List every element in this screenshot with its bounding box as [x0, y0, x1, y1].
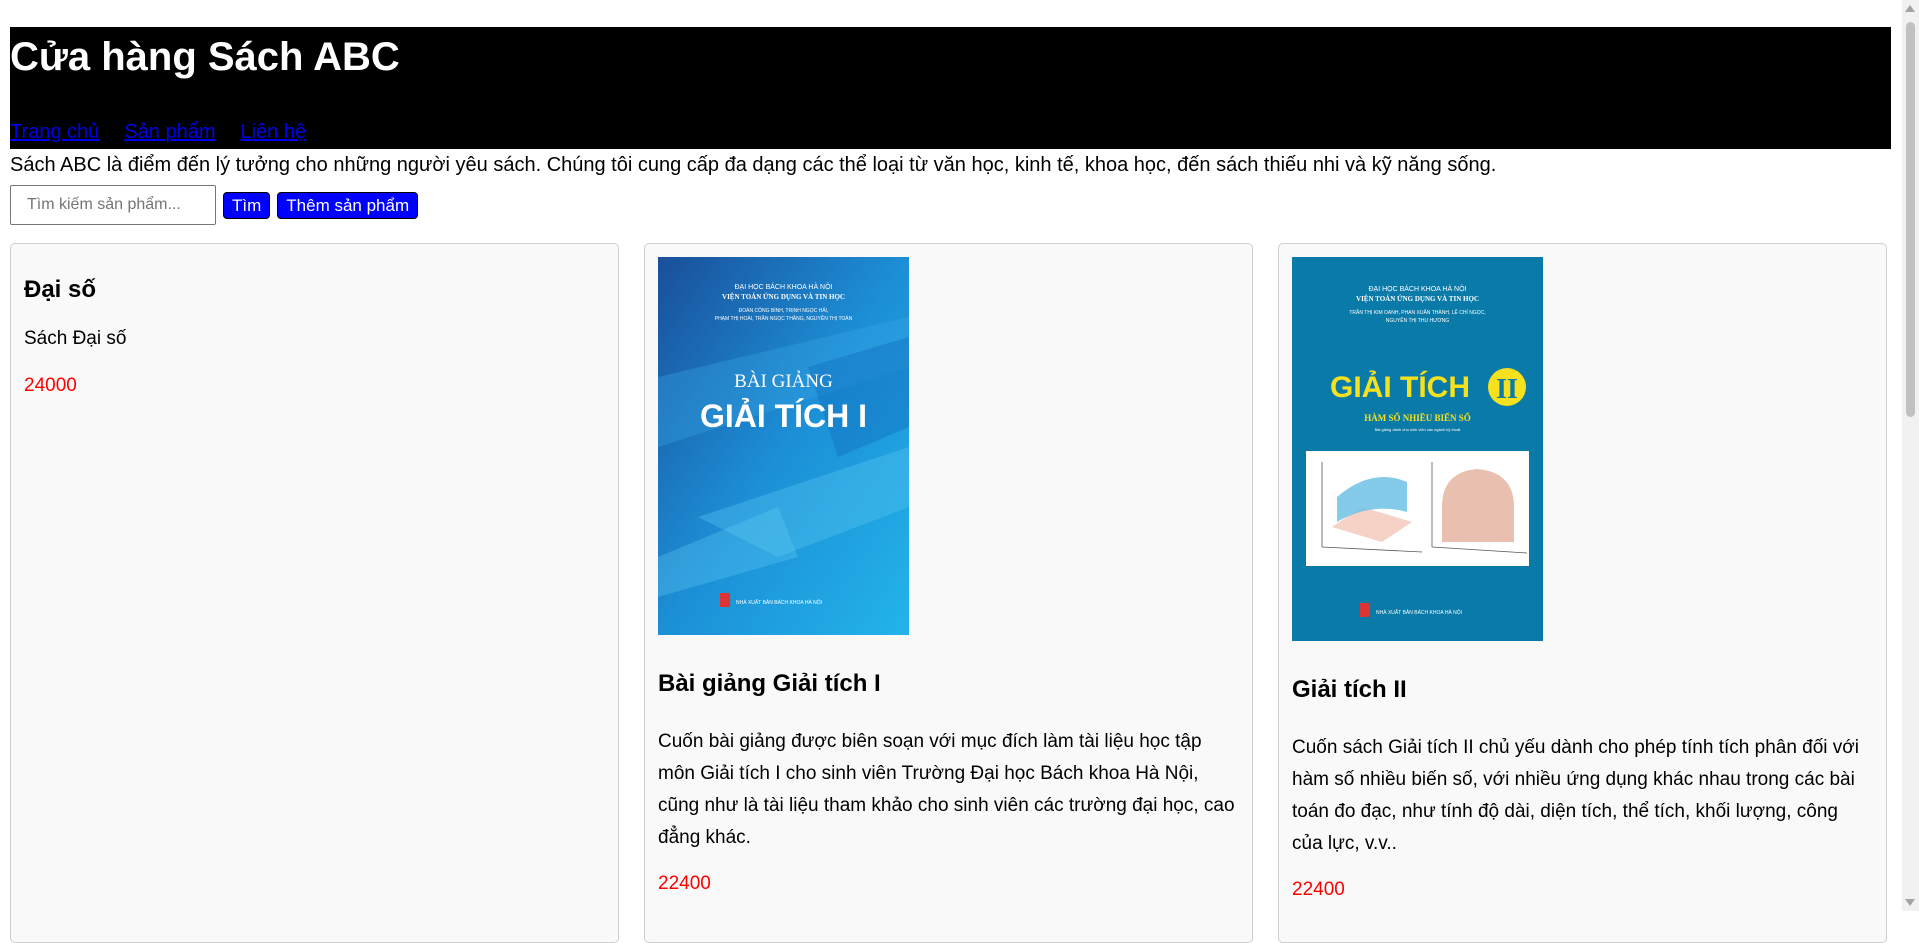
search-input[interactable] — [10, 185, 216, 225]
product-card[interactable]: ĐẠI HỌC BÁCH KHOA HÀ NỘI VIỆN TOÁN ỨNG D… — [1278, 243, 1887, 943]
product-title: Bài giảng Giải tích I — [658, 670, 881, 697]
nav-link-contact[interactable]: Liên hệ — [240, 121, 306, 144]
book-cover-image: ĐẠI HỌC BÁCH KHOA HÀ NỘI VIỆN TOÁN ỨNG D… — [658, 257, 909, 635]
page: Cửa hàng Sách ABC Trang chủ Sản phẩm Liê… — [10, 27, 1891, 943]
book-cover-image: ĐẠI HỌC BÁCH KHOA HÀ NỘI VIỆN TOÁN ỨNG D… — [1292, 257, 1543, 641]
product-card[interactable]: ĐẠI HỌC BÁCH KHOA HÀ NỘI VIỆN TOÁN ỨNG D… — [644, 243, 1253, 943]
cover-subtitle-text: HÀM SỐ NHIỀU BIẾN SỐ — [1364, 413, 1471, 423]
site-header: Cửa hàng Sách ABC Trang chủ Sản phẩm Liê… — [10, 27, 1891, 149]
product-title: Đại số — [24, 276, 97, 303]
product-title: Giải tích II — [1292, 676, 1407, 703]
cover-publisher-text: NHÀ XUẤT BẢN BÁCH KHOA HÀ NỘI — [1376, 609, 1462, 616]
intro-text: Sách ABC là điểm đến lý tưởng cho những … — [10, 154, 1497, 176]
publisher-logo-icon — [720, 593, 730, 607]
cover-note-text: Bài giảng dành cho sinh viên các ngành k… — [1375, 427, 1462, 432]
cover-institute-text: VIỆN TOÁN ỨNG DỤNG VÀ TIN HỌC — [722, 293, 845, 301]
cover-school-text: ĐẠI HỌC BÁCH KHOA HÀ NỘI — [734, 282, 832, 291]
product-price: 22400 — [658, 873, 711, 894]
cover-title-text: GIẢI TÍCH — [1330, 370, 1470, 404]
vertical-scrollbar[interactable] — [1902, 0, 1919, 911]
product-card[interactable]: Đại số Sách Đại số 24000 — [10, 243, 619, 943]
cover-title-line2: GIẢI TÍCH I — [700, 398, 867, 434]
add-product-button[interactable]: Thêm sản phẩm — [277, 191, 419, 219]
product-price: 24000 — [24, 375, 77, 396]
cover-school-text: ĐẠI HỌC BÁCH KHOA HÀ NỘI — [1368, 284, 1466, 293]
cover-authors-text: ĐOÀN CÔNG BÌNH, TRỊNH NGỌC HẢI, — [739, 307, 829, 314]
product-description: Cuốn bài giảng được biên soạn với mục đí… — [658, 731, 1235, 848]
scroll-up-icon[interactable] — [1905, 5, 1915, 12]
product-price: 22400 — [1292, 879, 1345, 900]
site-title: Cửa hàng Sách ABC — [10, 35, 400, 79]
cover-institute-text: VIỆN TOÁN ỨNG DỤNG VÀ TIN HỌC — [1356, 295, 1479, 303]
product-description: Sách Đại số — [24, 328, 127, 349]
nav-link-home[interactable]: Trang chủ — [10, 121, 99, 144]
product-description: Cuốn sách Giải tích II chủ yếu dành cho … — [1292, 737, 1859, 854]
cover-numeral-text: II — [1496, 374, 1518, 405]
product-grid: Đại số Sách Đại số 24000 ĐẠI HỌC BÁCH KH… — [10, 243, 1891, 943]
cover-authors-text: PHẠM THỊ HOÀI, TRẦN NGỌC THĂNG, NGUYỄN T… — [715, 315, 853, 322]
search-bar: Tìm Thêm sản phẩm — [10, 185, 1891, 225]
nav-link-products[interactable]: Sản phẩm — [124, 121, 215, 144]
publisher-logo-icon — [1360, 603, 1370, 617]
cover-publisher-text: NHÀ XUẤT BẢN BÁCH KHOA HÀ NỘI — [736, 599, 822, 606]
cover-authors-text: NGUYỄN THỊ THU HƯƠNG — [1386, 317, 1449, 324]
cover-title-line1: BÀI GIẢNG — [734, 370, 833, 392]
cover-authors-text: TRẦN THỊ KIM OANH, PHAN XUÂN THÀNH, LÊ C… — [1349, 308, 1485, 316]
scroll-down-icon[interactable] — [1905, 899, 1915, 906]
search-button[interactable]: Tìm — [223, 191, 271, 219]
main-nav: Trang chủ Sản phẩm Liên hệ — [10, 121, 306, 144]
scrollbar-thumb[interactable] — [1906, 22, 1915, 417]
